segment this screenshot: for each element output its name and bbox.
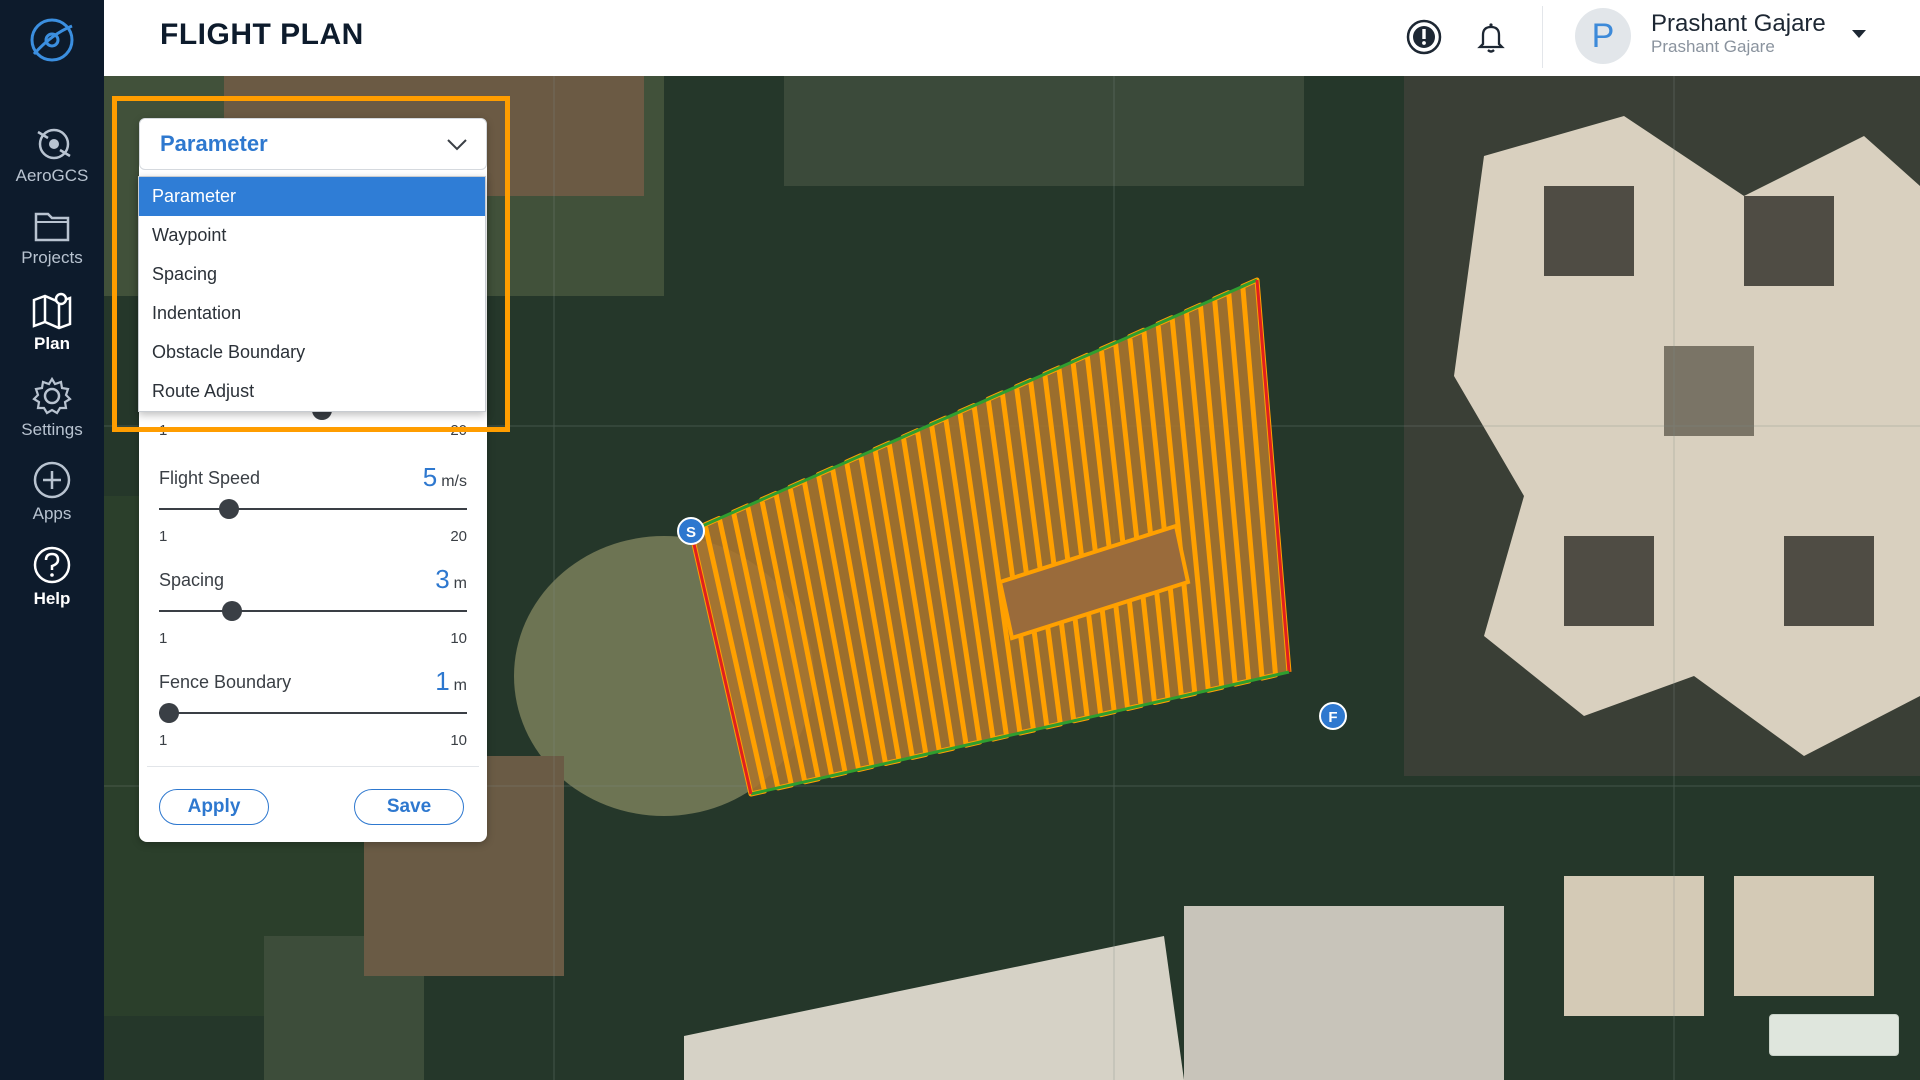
slider-thumb[interactable] xyxy=(159,703,179,723)
drone-icon xyxy=(37,128,71,160)
finish-marker-label: F xyxy=(1328,709,1337,726)
apply-button[interactable]: Apply xyxy=(159,789,269,825)
map-icon xyxy=(32,292,72,330)
sidebar-item-label: Settings xyxy=(21,420,83,439)
slider-min-label: 1 xyxy=(159,732,168,749)
finish-marker[interactable]: F xyxy=(1319,702,1347,730)
avatar[interactable]: P xyxy=(1575,8,1631,64)
slider-thumb[interactable] xyxy=(219,499,239,519)
sidebar-item-label: Apps xyxy=(32,504,72,523)
param-unit: m xyxy=(453,677,467,694)
param-value-number: 3 xyxy=(435,564,450,594)
param-label: Spacing xyxy=(159,570,225,590)
param-value-number: 5 xyxy=(422,462,438,492)
sidebar-item-projects[interactable]: Projects xyxy=(0,208,104,268)
top-header: FLIGHT PLAN P Prashant Gajare Prashant G… xyxy=(104,0,1920,76)
user-subtitle: Prashant Gajare xyxy=(1651,37,1775,56)
bell-icon[interactable] xyxy=(1471,17,1511,57)
sidebar-item-aerogcs[interactable]: AeroGCS xyxy=(0,122,104,186)
app-logo-icon[interactable] xyxy=(26,14,78,66)
sidebar-item-label: Help xyxy=(33,589,71,608)
plus-circle-icon xyxy=(33,461,71,499)
slider-max-label: 10 xyxy=(450,630,467,647)
flight-speed-slider[interactable] xyxy=(159,508,467,510)
slider-thumb[interactable] xyxy=(222,601,242,621)
slider-max-label: 20 xyxy=(450,528,467,545)
slider-min-label: 1 xyxy=(159,528,168,545)
mini-map[interactable] xyxy=(1769,1014,1899,1056)
alert-icon[interactable] xyxy=(1404,17,1444,57)
sidebar-item-label: Plan xyxy=(34,334,70,353)
user-name: Prashant Gajare xyxy=(1651,10,1826,37)
slider-max-label: 10 xyxy=(450,732,467,749)
panel-divider xyxy=(147,766,479,767)
sidebar-item-help[interactable]: Help xyxy=(0,545,104,609)
param-value: 3m xyxy=(435,564,467,595)
param-unit: m/s xyxy=(441,473,467,490)
param-label: Fence Boundary xyxy=(159,672,292,692)
header-divider xyxy=(1542,6,1543,68)
sidebar: AeroGCS Projects Plan Settings Apps Help xyxy=(0,0,104,1080)
param-label: Flight Speed xyxy=(159,468,261,488)
param-value: 5 m/s xyxy=(423,462,467,493)
sidebar-item-settings[interactable]: Settings xyxy=(0,376,104,440)
sidebar-item-plan[interactable]: Plan xyxy=(0,290,104,354)
gear-icon xyxy=(32,376,72,415)
param-value-number: 1 xyxy=(435,666,450,696)
save-button[interactable]: Save xyxy=(354,789,464,825)
help-icon xyxy=(33,546,71,584)
start-marker-label: S xyxy=(686,524,696,541)
slider-min-label: 1 xyxy=(159,630,168,647)
caret-down-icon[interactable] xyxy=(1849,24,1869,44)
start-marker[interactable]: S xyxy=(677,517,705,545)
sidebar-item-label: AeroGCS xyxy=(15,166,89,185)
sidebar-item-apps[interactable]: Apps xyxy=(0,460,104,524)
page-title: FLIGHT PLAN xyxy=(160,18,364,51)
folder-icon xyxy=(34,212,70,242)
spacing-slider[interactable] xyxy=(159,610,467,612)
fence-boundary-slider[interactable] xyxy=(159,712,467,714)
param-value: 1m xyxy=(435,666,467,697)
highlight-box xyxy=(112,96,510,432)
sidebar-item-label: Projects xyxy=(21,248,83,267)
param-unit: m xyxy=(453,575,467,592)
